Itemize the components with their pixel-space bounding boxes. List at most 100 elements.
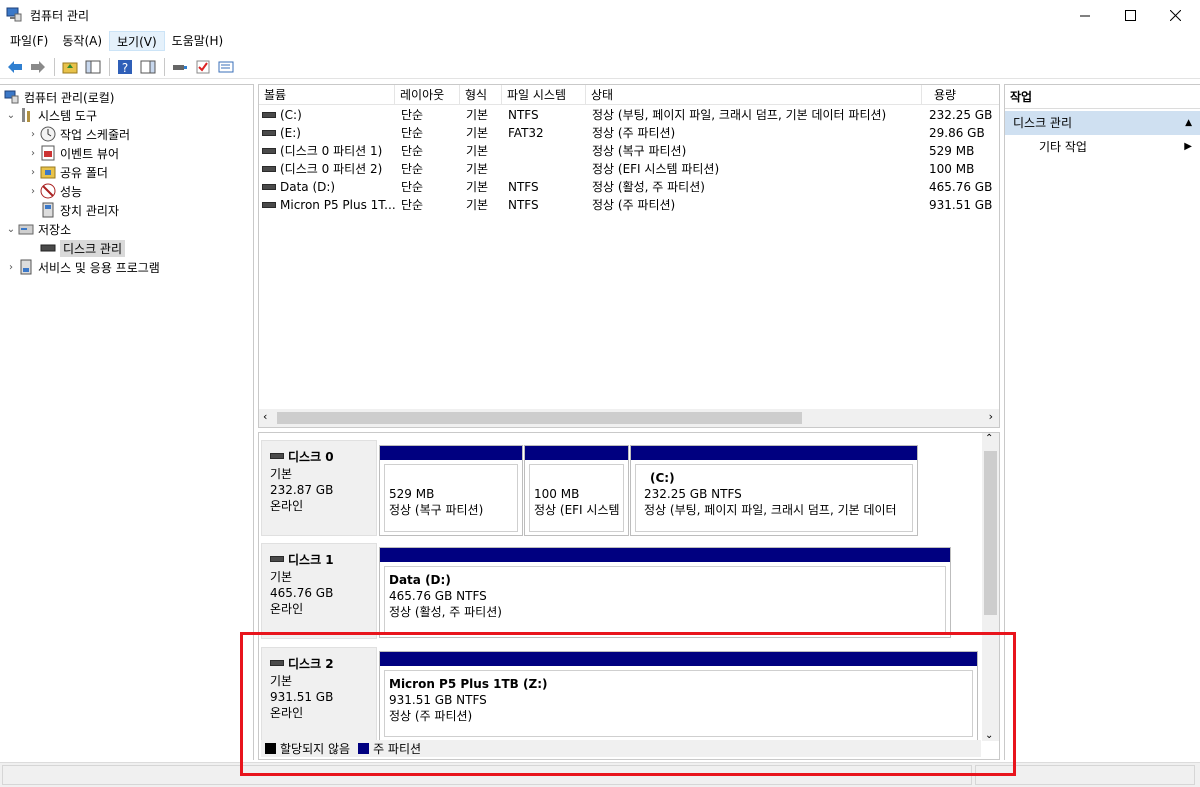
column-filesystem[interactable]: 파일 시스템 [502,85,586,105]
column-capacity[interactable]: 용량 [922,85,997,105]
properties-button[interactable] [215,56,237,78]
collapsed-chevron-icon[interactable]: › [26,129,40,140]
tree-event-viewer[interactable]: › 이벤트 뷰어 [26,144,119,162]
disk-size: 232.87 GB [270,483,334,497]
volume-cell-text: FAT32 [508,126,544,140]
menu-action[interactable]: 동작(A) [55,31,109,51]
volume-row[interactable]: Data (D:) 단순 기본 NTFS 정상 (활성, 주 파티션) 465.76 GB [259,178,999,196]
volume-cell-text: Micron P5 Plus 1T... [280,198,395,212]
volume-cell-text: 정상 (EFI 시스템 파티션) [592,162,720,176]
drive-connect-icon [173,64,187,70]
svg-text:?: ? [122,61,128,75]
partition-efi[interactable]: 100 MB 정상 (EFI 시스템 [524,445,629,536]
disk-graphical-view: 디스크 0 기본 232.87 GB 온라인 529 MB 정상 (복구 파티션)… [258,432,1000,760]
tree-disk-management-label: 디스크 관리 [60,239,126,257]
actions-more[interactable]: 기타 작업 ▶ [1005,135,1200,159]
show-hide-console-button[interactable] [82,56,104,78]
expanded-chevron-icon[interactable]: ⌄ [4,110,18,121]
partition-recovery[interactable]: 529 MB 정상 (복구 파티션) [379,445,523,536]
legend: 할당되지 않음 주 파티션 [261,740,981,757]
volume-drive-icon [262,165,276,172]
horizontal-scrollbar[interactable]: ‹ › [259,409,999,427]
tree-root-label: 컴퓨터 관리(로컬) [24,90,115,105]
tree-services[interactable]: › 서비스 및 응용 프로그램 [4,258,160,276]
expanded-chevron-icon[interactable]: ⌄ [4,224,18,235]
collapsed-chevron-icon[interactable]: › [26,148,40,159]
volume-cell-text: 529 MB [929,144,975,158]
close-button[interactable] [1152,0,1198,30]
volume-cell-type: 기본 [466,178,504,196]
disk-0-info[interactable]: 디스크 0 기본 232.87 GB 온라인 [261,440,377,536]
minimize-icon [1079,15,1090,16]
volume-row[interactable]: Micron P5 Plus 1T... 단순 기본 NTFS 정상 (주 파티션) 93… [259,196,999,214]
partition-bar [525,446,628,460]
maximize-button[interactable] [1107,0,1153,30]
volume-row[interactable]: (E:) 단순 기본 FAT32 정상 (주 파티션) 29.86 GB [259,124,999,142]
title-bar: 컴퓨터 관리 [0,0,1200,30]
volume-cell-capacity: 465.76 GB [929,178,999,196]
toolbar: ? [0,55,1200,79]
tree-task-scheduler[interactable]: › 작업 스케줄러 [26,125,130,143]
scrollbar-thumb[interactable] [984,451,997,615]
tree-system-tools[interactable]: ⌄ 시스템 도구 [4,106,97,124]
partition-z[interactable]: Micron P5 Plus 1TB (Z:) 931.51 GB NTFS 정상 … [379,651,978,741]
check-button[interactable] [192,56,214,78]
forward-button[interactable] [27,56,49,78]
volume-row[interactable]: (디스크 0 파티션 1) 단순 기본 정상 (복구 파티션) 529 MB [259,142,999,160]
column-layout[interactable]: 레이아웃 [395,85,460,105]
tree-device-manager[interactable]: 장치 관리자 [40,201,119,219]
collapse-up-icon[interactable]: ▲ [1185,111,1192,135]
up-folder-button[interactable] [59,56,81,78]
column-status[interactable]: 상태 [586,85,922,105]
back-button[interactable] [4,56,26,78]
disk-2-info[interactable]: 디스크 2 기본 931.51 GB 온라인 [261,647,377,743]
help-button[interactable]: ? [114,56,136,78]
column-volume[interactable]: 볼륨 [259,85,395,105]
volume-cell-fs [508,142,588,160]
minimize-button[interactable] [1062,0,1108,30]
actions-section-disk-management[interactable]: 디스크 관리 ▲ [1005,111,1200,135]
volume-cell-type: 기본 [466,142,504,160]
volume-cell-text: 정상 (주 파티션) [592,126,676,140]
action-pane-button[interactable] [137,56,159,78]
volume-row[interactable]: (디스크 0 파티션 2) 단순 기본 정상 (EFI 시스템 파티션) 100 MB [259,160,999,178]
scrollbar-thumb[interactable] [277,412,802,424]
disk-drive-icon [270,556,284,562]
volume-row[interactable]: (C:) 단순 기본 NTFS 정상 (부팅, 페이지 파일, 크래시 덤프, 기본 데… [259,106,999,124]
volume-cell-fs [508,160,588,178]
volume-cell-type: 기본 [466,106,504,124]
menu-bar: 파일(F) 동작(A) 보기(V) 도움말(H) [0,30,1200,52]
scroll-up-icon[interactable]: ⌃ [985,433,993,444]
collapsed-chevron-icon[interactable]: › [26,167,40,178]
computer-management-icon [6,7,22,22]
volume-cell-text: 정상 (활성, 주 파티션) [592,180,705,194]
tree-shared-folders[interactable]: › 공유 폴더 [26,163,108,181]
volume-cell-text: 기본 [466,198,489,212]
menu-help[interactable]: 도움말(H) [165,31,231,51]
connect-button[interactable] [169,56,191,78]
disk-size: 465.76 GB [270,586,334,600]
tree-disk-management[interactable]: 디스크 관리 [40,239,126,257]
scroll-right-icon[interactable]: › [989,410,993,423]
scroll-left-icon[interactable]: ‹ [263,410,267,423]
volume-list: 볼륨 레이아웃 형식 파일 시스템 상태 용량 (C:) 단순 기본 NTFS 정상 (… [258,84,1000,428]
volume-cell-status: 정상 (EFI 시스템 파티션) [592,160,922,178]
collapsed-chevron-icon[interactable]: › [4,262,18,273]
partition-status: 정상 (복구 파티션) [389,503,484,517]
tree-performance[interactable]: › 성능 [26,182,82,200]
partition-size: 529 MB [389,487,435,501]
partition-d[interactable]: Data (D:) 465.76 GB NTFS 정상 (활성, 주 파티션) [379,547,951,638]
partition-c[interactable]: (C:) 232.25 GB NTFS 정상 (부팅, 페이지 파일, 크래시 덤프… [630,445,918,536]
vertical-scrollbar[interactable]: ⌃ ⌄ [982,433,999,741]
collapsed-chevron-icon[interactable]: › [26,186,40,197]
tree-root[interactable]: 컴퓨터 관리(로컬) [4,88,114,106]
volume-cell-text: 정상 (부팅, 페이지 파일, 크래시 덤프, 기본 데이터 파티션) [592,108,887,122]
menu-file[interactable]: 파일(F) [3,31,55,51]
scroll-down-icon[interactable]: ⌄ [985,730,993,741]
disk-1-info[interactable]: 디스크 1 기본 465.76 GB 온라인 [261,543,377,639]
column-type[interactable]: 형식 [460,85,502,105]
partition-status: 정상 (EFI 시스템 [534,503,620,517]
tree-storage[interactable]: ⌄ 저장소 [4,220,71,238]
menu-view[interactable]: 보기(V) [109,31,165,51]
volume-cell-text: 931.51 GB [929,198,993,212]
